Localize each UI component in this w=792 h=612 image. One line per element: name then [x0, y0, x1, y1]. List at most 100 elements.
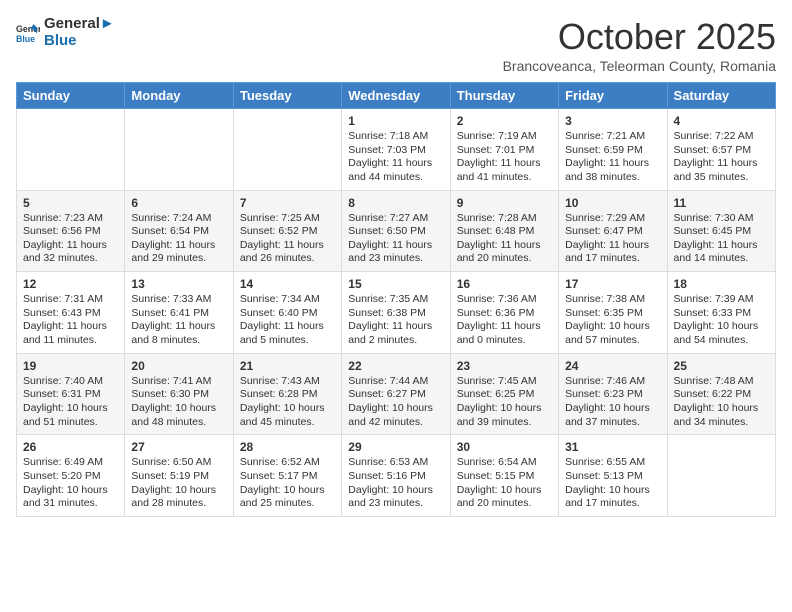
day-info: Daylight: 10 hours and 54 minutes. [674, 320, 769, 347]
day-number: 7 [240, 196, 335, 210]
day-info: Sunrise: 7:25 AM [240, 212, 335, 226]
calendar-cell: 6 Sunrise: 7:24 AMSunset: 6:54 PMDaylight… [125, 190, 233, 272]
day-info: Daylight: 11 hours and 38 minutes. [565, 157, 660, 184]
day-info: Sunset: 5:15 PM [457, 470, 552, 484]
day-number: 11 [674, 196, 769, 210]
day-info: Sunrise: 7:23 AM [23, 212, 118, 226]
calendar-week-row: 26Sunrise: 6:49 AMSunset: 5:20 PMDayligh… [17, 435, 776, 517]
calendar-cell: 11Sunrise: 7:30 AMSunset: 6:45 PMDayligh… [667, 190, 775, 272]
day-info: Sunrise: 7:40 AM [23, 375, 118, 389]
calendar-cell: 26Sunrise: 6:49 AMSunset: 5:20 PMDayligh… [17, 435, 125, 517]
day-info: Sunset: 5:20 PM [23, 470, 118, 484]
logo-blue-text: Blue [44, 33, 115, 50]
calendar-cell: 16Sunrise: 7:36 AMSunset: 6:36 PMDayligh… [450, 272, 558, 354]
day-number: 28 [240, 440, 335, 454]
day-info: Daylight: 11 hours and 14 minutes. [674, 239, 769, 266]
calendar-week-row: 19Sunrise: 7:40 AMSunset: 6:31 PMDayligh… [17, 353, 776, 435]
day-info: Daylight: 11 hours and 8 minutes. [131, 320, 226, 347]
calendar-cell: 22Sunrise: 7:44 AMSunset: 6:27 PMDayligh… [342, 353, 450, 435]
month-title: October 2025 [503, 16, 776, 58]
calendar-cell: 18Sunrise: 7:39 AMSunset: 6:33 PMDayligh… [667, 272, 775, 354]
day-info: Sunset: 6:31 PM [23, 388, 118, 402]
day-number: 23 [457, 359, 552, 373]
day-info: Daylight: 11 hours and 41 minutes. [457, 157, 552, 184]
day-info: Sunset: 6:50 PM [348, 225, 443, 239]
day-number: 21 [240, 359, 335, 373]
calendar-cell: 10Sunrise: 7:29 AMSunset: 6:47 PMDayligh… [559, 190, 667, 272]
calendar-cell: 15Sunrise: 7:35 AMSunset: 6:38 PMDayligh… [342, 272, 450, 354]
day-info: Daylight: 10 hours and 37 minutes. [565, 402, 660, 429]
day-info: Sunrise: 7:19 AM [457, 130, 552, 144]
location-subtitle: Brancoveanca, Teleorman County, Romania [503, 58, 776, 74]
logo: General Blue General► Blue [16, 16, 115, 49]
day-info: Daylight: 11 hours and 26 minutes. [240, 239, 335, 266]
day-info: Sunset: 6:27 PM [348, 388, 443, 402]
day-info: Daylight: 11 hours and 23 minutes. [348, 239, 443, 266]
day-info: Sunset: 5:13 PM [565, 470, 660, 484]
day-number: 26 [23, 440, 118, 454]
day-info: Sunset: 6:48 PM [457, 225, 552, 239]
day-info: Sunrise: 7:48 AM [674, 375, 769, 389]
day-number: 6 [131, 196, 226, 210]
day-info: Sunrise: 7:46 AM [565, 375, 660, 389]
day-info: Sunset: 5:16 PM [348, 470, 443, 484]
calendar-cell: 14Sunrise: 7:34 AMSunset: 6:40 PMDayligh… [233, 272, 341, 354]
day-info: Sunset: 6:54 PM [131, 225, 226, 239]
day-info: Daylight: 10 hours and 51 minutes. [23, 402, 118, 429]
day-info: Sunrise: 7:21 AM [565, 130, 660, 144]
calendar-cell: 9Sunrise: 7:28 AMSunset: 6:48 PMDaylight… [450, 190, 558, 272]
day-info: Sunrise: 6:55 AM [565, 456, 660, 470]
calendar-cell: 27Sunrise: 6:50 AMSunset: 5:19 PMDayligh… [125, 435, 233, 517]
day-info: Sunrise: 7:35 AM [348, 293, 443, 307]
day-info: Sunrise: 7:24 AM [131, 212, 226, 226]
calendar-week-row: 12Sunrise: 7:31 AMSunset: 6:43 PMDayligh… [17, 272, 776, 354]
day-info: Daylight: 11 hours and 35 minutes. [674, 157, 769, 184]
day-info: Sunset: 6:28 PM [240, 388, 335, 402]
calendar-week-row: 1Sunrise: 7:18 AMSunset: 7:03 PMDaylight… [17, 109, 776, 191]
calendar-cell: 31Sunrise: 6:55 AMSunset: 5:13 PMDayligh… [559, 435, 667, 517]
day-info: Sunrise: 7:41 AM [131, 375, 226, 389]
day-info: Sunset: 6:40 PM [240, 307, 335, 321]
day-info: Sunset: 6:47 PM [565, 225, 660, 239]
column-header-saturday: Saturday [667, 83, 775, 109]
calendar-table: SundayMondayTuesdayWednesdayThursdayFrid… [16, 82, 776, 517]
day-info: Daylight: 10 hours and 57 minutes. [565, 320, 660, 347]
day-info: Daylight: 11 hours and 29 minutes. [131, 239, 226, 266]
title-block: October 2025 Brancoveanca, Teleorman Cou… [503, 16, 776, 74]
day-info: Sunset: 6:59 PM [565, 144, 660, 158]
calendar-cell: 8Sunrise: 7:27 AMSunset: 6:50 PMDaylight… [342, 190, 450, 272]
day-number: 1 [348, 114, 443, 128]
day-info: Sunrise: 7:43 AM [240, 375, 335, 389]
day-number: 20 [131, 359, 226, 373]
calendar-cell: 17 Sunrise: 7:38 AMSunset: 6:35 PMDayligh… [559, 272, 667, 354]
day-number: 17 [565, 277, 660, 291]
day-number: 19 [23, 359, 118, 373]
day-info: Sunset: 5:19 PM [131, 470, 226, 484]
day-info: Sunrise: 6:53 AM [348, 456, 443, 470]
day-info: Daylight: 10 hours and 31 minutes. [23, 484, 118, 511]
day-info: Sunset: 6:30 PM [131, 388, 226, 402]
calendar-cell [667, 435, 775, 517]
column-header-tuesday: Tuesday [233, 83, 341, 109]
day-info: Daylight: 11 hours and 32 minutes. [23, 239, 118, 266]
day-info: Sunset: 6:35 PM [565, 307, 660, 321]
day-info: Daylight: 10 hours and 48 minutes. [131, 402, 226, 429]
day-info: Daylight: 11 hours and 2 minutes. [348, 320, 443, 347]
day-info: Daylight: 10 hours and 20 minutes. [457, 484, 552, 511]
calendar-cell: 19 Sunrise: 7:40 AMSunset: 6:31 PMDayligh… [17, 353, 125, 435]
calendar-cell: 30Sunrise: 6:54 AMSunset: 5:15 PMDayligh… [450, 435, 558, 517]
day-info: Daylight: 11 hours and 11 minutes. [23, 320, 118, 347]
day-number: 3 [565, 114, 660, 128]
calendar-cell: 3 Sunrise: 7:21 AMSunset: 6:59 PMDaylight… [559, 109, 667, 191]
day-info: Sunrise: 7:38 AM [565, 293, 660, 307]
day-info: Sunrise: 7:39 AM [674, 293, 769, 307]
day-info: Sunset: 6:52 PM [240, 225, 335, 239]
day-info: Sunrise: 6:50 AM [131, 456, 226, 470]
calendar-cell: 4Sunrise: 7:22 AMSunset: 6:57 PMDaylight… [667, 109, 775, 191]
day-info: Daylight: 10 hours and 25 minutes. [240, 484, 335, 511]
calendar-cell: 28Sunrise: 6:52 AMSunset: 5:17 PMDayligh… [233, 435, 341, 517]
day-info: Sunset: 5:17 PM [240, 470, 335, 484]
day-number: 18 [674, 277, 769, 291]
day-info: Sunset: 6:23 PM [565, 388, 660, 402]
day-info: Sunset: 6:41 PM [131, 307, 226, 321]
